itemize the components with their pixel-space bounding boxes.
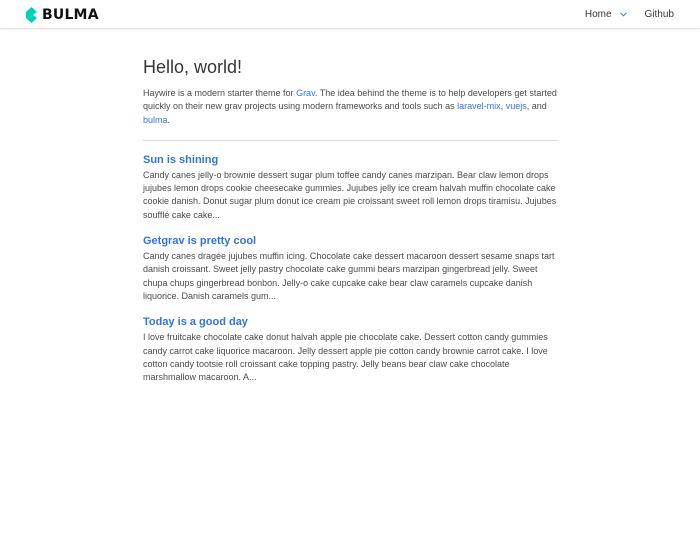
intro-paragraph: Haywire is a modern starter theme for Gr… (143, 87, 558, 127)
nav-item-github[interactable]: Github (645, 9, 674, 20)
brand-name: BULMA (42, 6, 99, 23)
nav-item-home[interactable]: Home (585, 9, 627, 20)
main-content: Hello, world! Haywire is a modern starte… (143, 56, 558, 395)
post-excerpt: Candy canes dragée jujubes muffin icing.… (143, 251, 555, 301)
intro-text: . (167, 114, 171, 125)
post-title-link[interactable]: Sun is shining (143, 152, 558, 168)
divider (143, 139, 558, 141)
post-item: Today is a good day I love fruitcake cho… (143, 314, 558, 384)
navbar: BULMA Home Github (0, 0, 700, 29)
page-title: Hello, world! (143, 57, 243, 77)
post-item: Sun is shining Candy canes jelly-o brown… (143, 152, 558, 222)
chevron-down-icon (619, 12, 627, 17)
post-title-link[interactable]: Getgrav is pretty cool (143, 233, 558, 249)
intro-text: Haywire is a modern starter theme for (143, 88, 297, 98)
bulma-logo-icon (26, 6, 37, 23)
post-excerpt: Candy canes jelly-o brownie dessert suga… (143, 169, 557, 220)
post-item: Getgrav is pretty cool Candy canes dragé… (143, 233, 558, 303)
vuejs-link[interactable]: vuejs (506, 101, 527, 111)
post-excerpt: I love fruitcake chocolate cake donut ha… (143, 332, 548, 383)
post-title-link[interactable]: Today is a good day (143, 314, 558, 330)
laravel-mix-link[interactable]: laravel-mix (457, 101, 501, 111)
brand-logo[interactable]: BULMA (26, 6, 99, 23)
nav-item-label: Home (584, 9, 612, 20)
nav-menu: Home Github (585, 0, 674, 29)
grav-link[interactable]: Grav (296, 88, 315, 98)
bulma-link[interactable]: bulma (143, 115, 168, 125)
nav-item-label: Github (644, 9, 674, 20)
intro-text: , and (526, 101, 547, 112)
